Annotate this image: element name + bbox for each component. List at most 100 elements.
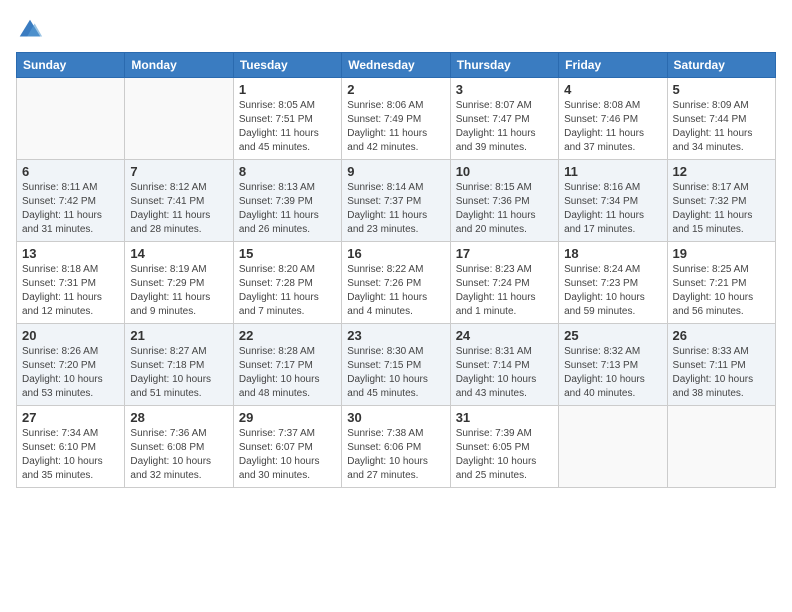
calendar-cell: 24Sunrise: 8:31 AMSunset: 7:14 PMDayligh…: [450, 324, 558, 406]
day-number: 28: [130, 410, 227, 425]
calendar-cell: [667, 406, 775, 488]
day-number: 7: [130, 164, 227, 179]
calendar-cell: 22 Sunrise: 8:28 AMSunset: 7:17 PMDayligh…: [233, 324, 341, 406]
calendar-cell: 9 Sunrise: 8:14 AMSunset: 7:37 PMDaylight…: [342, 160, 450, 242]
day-number: 31: [456, 410, 553, 425]
calendar-cell: 27 Sunrise: 7:34 AMSunset: 6:10 PMDayligh…: [17, 406, 125, 488]
day-number: 11: [564, 164, 661, 179]
calendar-cell: 7 Sunrise: 8:12 AMSunset: 7:41 PMDaylight…: [125, 160, 233, 242]
calendar-cell: 11Sunrise: 8:16 AMSunset: 7:34 PMDayligh…: [559, 160, 667, 242]
calendar-cell: 18 Sunrise: 8:24 AMSunset: 7:23 PMDayligh…: [559, 242, 667, 324]
calendar-cell: 4Sunrise: 8:08 AMSunset: 7:46 PMDaylight…: [559, 78, 667, 160]
cell-sun-info: Sunrise: 8:25 AMSunset: 7:21 PMDaylight:…: [673, 263, 770, 319]
calendar-cell: 15 Sunrise: 8:20 AMSunset: 7:28 PMDayligh…: [233, 242, 341, 324]
day-number: 13: [22, 246, 119, 261]
day-number: 25: [564, 328, 661, 343]
calendar-cell: 19 Sunrise: 8:25 AMSunset: 7:21 PMDayligh…: [667, 242, 775, 324]
day-number: 6: [22, 164, 119, 179]
calendar-cell: 14 Sunrise: 8:19 AMSunset: 7:29 PMDayligh…: [125, 242, 233, 324]
day-header-tuesday: Tuesday: [233, 53, 341, 78]
calendar-table: SundayMondayTuesdayWednesdayThursdayFrid…: [16, 52, 776, 488]
cell-sun-info: Sunrise: 8:20 AMSunset: 7:28 PMDaylight:…: [239, 263, 336, 319]
cell-sun-info: Sunrise: 8:30 AMSunset: 7:15 PMDaylight:…: [347, 345, 444, 401]
calendar-cell: 3 Sunrise: 8:07 AMSunset: 7:47 PMDaylight…: [450, 78, 558, 160]
calendar-cell: 6 Sunrise: 8:11 AMSunset: 7:42 PMDaylight…: [17, 160, 125, 242]
cell-sun-info: Sunrise: 8:19 AMSunset: 7:29 PMDaylight:…: [130, 263, 227, 319]
cell-sun-info: Sunrise: 7:38 AMSunset: 6:06 PMDaylight:…: [347, 427, 444, 483]
calendar-cell: 21 Sunrise: 8:27 AMSunset: 7:18 PMDayligh…: [125, 324, 233, 406]
cell-sun-info: Sunrise: 8:18 AMSunset: 7:31 PMDaylight:…: [22, 263, 119, 319]
calendar-cell: [17, 78, 125, 160]
calendar-cell: 1 Sunrise: 8:05 AMSunset: 7:51 PMDaylight…: [233, 78, 341, 160]
calendar-week-3: 13 Sunrise: 8:18 AMSunset: 7:31 PMDayligh…: [17, 242, 776, 324]
cell-sun-info: Sunrise: 8:32 AMSunset: 7:13 PMDaylight:…: [564, 345, 661, 401]
cell-sun-info: Sunrise: 8:28 AMSunset: 7:17 PMDaylight:…: [239, 345, 336, 401]
calendar-cell: 12 Sunrise: 8:17 AMSunset: 7:32 PMDayligh…: [667, 160, 775, 242]
cell-sun-info: Sunrise: 8:27 AMSunset: 7:18 PMDaylight:…: [130, 345, 227, 401]
cell-sun-info: Sunrise: 8:14 AMSunset: 7:37 PMDaylight:…: [347, 181, 444, 237]
day-number: 21: [130, 328, 227, 343]
cell-sun-info: Sunrise: 8:15 AMSunset: 7:36 PMDaylight:…: [456, 181, 553, 237]
day-number: 22: [239, 328, 336, 343]
day-header-friday: Friday: [559, 53, 667, 78]
cell-sun-info: Sunrise: 7:37 AMSunset: 6:07 PMDaylight:…: [239, 427, 336, 483]
cell-sun-info: Sunrise: 8:33 AMSunset: 7:11 PMDaylight:…: [673, 345, 770, 401]
day-number: 5: [673, 82, 770, 97]
day-number: 16: [347, 246, 444, 261]
day-number: 26: [673, 328, 770, 343]
calendar-cell: 13 Sunrise: 8:18 AMSunset: 7:31 PMDayligh…: [17, 242, 125, 324]
cell-sun-info: Sunrise: 8:06 AMSunset: 7:49 PMDaylight:…: [347, 99, 444, 155]
day-number: 10: [456, 164, 553, 179]
day-number: 4: [564, 82, 661, 97]
cell-sun-info: Sunrise: 8:17 AMSunset: 7:32 PMDaylight:…: [673, 181, 770, 237]
day-number: 3: [456, 82, 553, 97]
calendar-week-1: 1 Sunrise: 8:05 AMSunset: 7:51 PMDaylight…: [17, 78, 776, 160]
day-header-wednesday: Wednesday: [342, 53, 450, 78]
calendar-cell: 16 Sunrise: 8:22 AMSunset: 7:26 PMDayligh…: [342, 242, 450, 324]
cell-sun-info: Sunrise: 7:36 AMSunset: 6:08 PMDaylight:…: [130, 427, 227, 483]
calendar-cell: 30 Sunrise: 7:38 AMSunset: 6:06 PMDayligh…: [342, 406, 450, 488]
calendar-cell: 10 Sunrise: 8:15 AMSunset: 7:36 PMDayligh…: [450, 160, 558, 242]
calendar-week-4: 20Sunrise: 8:26 AMSunset: 7:20 PMDayligh…: [17, 324, 776, 406]
day-header-monday: Monday: [125, 53, 233, 78]
cell-sun-info: Sunrise: 8:05 AMSunset: 7:51 PMDaylight:…: [239, 99, 336, 155]
cell-sun-info: Sunrise: 8:11 AMSunset: 7:42 PMDaylight:…: [22, 181, 119, 237]
calendar-cell: 26 Sunrise: 8:33 AMSunset: 7:11 PMDayligh…: [667, 324, 775, 406]
logo-icon: [16, 16, 44, 44]
day-number: 20: [22, 328, 119, 343]
calendar-header-row: SundayMondayTuesdayWednesdayThursdayFrid…: [17, 53, 776, 78]
cell-sun-info: Sunrise: 8:12 AMSunset: 7:41 PMDaylight:…: [130, 181, 227, 237]
day-header-saturday: Saturday: [667, 53, 775, 78]
calendar-cell: 29Sunrise: 7:37 AMSunset: 6:07 PMDayligh…: [233, 406, 341, 488]
calendar-cell: 31 Sunrise: 7:39 AMSunset: 6:05 PMDayligh…: [450, 406, 558, 488]
day-number: 27: [22, 410, 119, 425]
day-number: 14: [130, 246, 227, 261]
logo: [16, 16, 48, 44]
cell-sun-info: Sunrise: 8:07 AMSunset: 7:47 PMDaylight:…: [456, 99, 553, 155]
calendar-cell: 23Sunrise: 8:30 AMSunset: 7:15 PMDayligh…: [342, 324, 450, 406]
day-number: 15: [239, 246, 336, 261]
cell-sun-info: Sunrise: 8:22 AMSunset: 7:26 PMDaylight:…: [347, 263, 444, 319]
calendar-cell: 8 Sunrise: 8:13 AMSunset: 7:39 PMDaylight…: [233, 160, 341, 242]
cell-sun-info: Sunrise: 7:34 AMSunset: 6:10 PMDaylight:…: [22, 427, 119, 483]
calendar-cell: 25 Sunrise: 8:32 AMSunset: 7:13 PMDayligh…: [559, 324, 667, 406]
calendar-cell: [125, 78, 233, 160]
day-number: 1: [239, 82, 336, 97]
day-header-thursday: Thursday: [450, 53, 558, 78]
day-number: 9: [347, 164, 444, 179]
day-number: 8: [239, 164, 336, 179]
cell-sun-info: Sunrise: 8:13 AMSunset: 7:39 PMDaylight:…: [239, 181, 336, 237]
day-number: 17: [456, 246, 553, 261]
day-number: 19: [673, 246, 770, 261]
day-number: 2: [347, 82, 444, 97]
calendar-cell: 5Sunrise: 8:09 AMSunset: 7:44 PMDaylight…: [667, 78, 775, 160]
cell-sun-info: Sunrise: 8:31 AMSunset: 7:14 PMDaylight:…: [456, 345, 553, 401]
day-header-sunday: Sunday: [17, 53, 125, 78]
day-number: 30: [347, 410, 444, 425]
day-number: 18: [564, 246, 661, 261]
cell-sun-info: Sunrise: 7:39 AMSunset: 6:05 PMDaylight:…: [456, 427, 553, 483]
day-number: 12: [673, 164, 770, 179]
calendar-week-5: 27 Sunrise: 7:34 AMSunset: 6:10 PMDayligh…: [17, 406, 776, 488]
calendar-cell: 28 Sunrise: 7:36 AMSunset: 6:08 PMDayligh…: [125, 406, 233, 488]
cell-sun-info: Sunrise: 8:24 AMSunset: 7:23 PMDaylight:…: [564, 263, 661, 319]
